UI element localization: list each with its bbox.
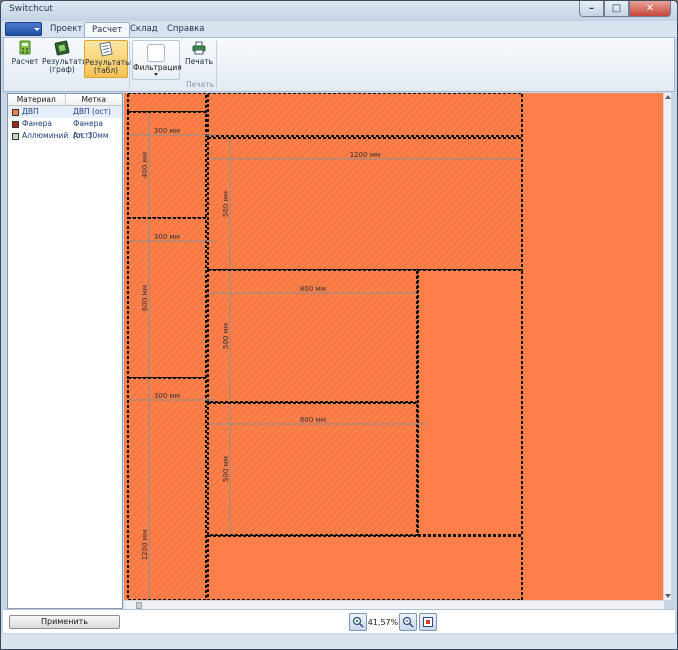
calculate-button[interactable]: Расчет: [10, 40, 40, 78]
material-row[interactable]: Аллюминий Ал. 30мм: [8, 130, 122, 142]
dimension-label: 800 мм: [300, 416, 326, 424]
material-mark: Фанера (ост): [73, 119, 103, 140]
material-swatch: [12, 132, 19, 140]
zoom-out-icon: [402, 616, 414, 628]
filter-dropdown[interactable]: Фильтрация: [132, 40, 182, 80]
dimension-label: 500 мм: [222, 323, 230, 349]
column-header-material[interactable]: Материал: [8, 94, 66, 105]
dimension-label: 800 мм: [300, 285, 326, 293]
calculate-icon: [19, 40, 31, 55]
fit-to-window-icon: [423, 617, 433, 627]
scrollbar-thumb[interactable]: [136, 602, 142, 609]
close-button[interactable]: ✕: [629, 1, 671, 17]
dimension-label: 500 мм: [222, 456, 230, 482]
bottom-toolbar: Применить 41,57%: [3, 609, 675, 633]
material-row[interactable]: ДВП ДВП (ост): [8, 106, 122, 118]
material-mark: Ал. 30мм: [73, 131, 109, 140]
results-graph-label: Результаты (граф): [42, 57, 89, 74]
dimension-label: 300 мм: [154, 127, 180, 135]
dimension-label: 400 мм: [141, 152, 149, 178]
zoom-out-button[interactable]: [399, 613, 417, 631]
column-header-label[interactable]: Метка: [66, 94, 123, 105]
apply-button[interactable]: Применить: [9, 615, 120, 629]
scroll-up-icon[interactable]: [665, 95, 671, 99]
cut-part[interactable]: [127, 217, 207, 379]
window-title: Switchcut: [9, 4, 53, 14]
app-window: Switchcut – □ ✕ Проект Расчет Склад Спра…: [0, 0, 678, 650]
cutting-layout-svg: 300 мм 1200 мм 400 мм 500 мм 300 мм 600 …: [124, 93, 664, 600]
material-name: Аллюминий: [22, 131, 69, 140]
vertical-scrollbar[interactable]: [663, 93, 671, 600]
results-table-icon: [99, 41, 113, 57]
window-controls: – □ ✕: [579, 1, 671, 17]
tab-warehouse[interactable]: Склад: [123, 22, 165, 37]
zoom-controls: 41,57%: [349, 612, 437, 632]
materials-panel: Материал Метка ДВП ДВП (ост) Фанера Фане…: [7, 93, 123, 609]
dimension-label: 600 мм: [141, 285, 149, 311]
filter-icon: [147, 44, 165, 62]
dimension-label: 1200 мм: [141, 530, 149, 561]
results-table-button[interactable]: Результаты (табл): [84, 40, 132, 78]
results-graph-button[interactable]: Результаты (граф): [42, 40, 88, 78]
cut-part[interactable]: [127, 93, 207, 113]
tab-help[interactable]: Справка: [160, 22, 211, 37]
results-graph-icon: [54, 40, 70, 56]
offcut-area[interactable]: [417, 269, 523, 536]
minimize-button[interactable]: –: [579, 1, 604, 17]
cutting-layout-canvas[interactable]: 300 мм 1200 мм 400 мм 500 мм 300 мм 600 …: [124, 93, 669, 600]
cut-part[interactable]: [127, 377, 207, 600]
material-swatch: [12, 108, 19, 116]
material-mark: ДВП (ост): [73, 107, 111, 116]
material-swatch: [12, 120, 19, 128]
status-bar: [1, 634, 677, 649]
print-group-label: Печать: [186, 80, 215, 89]
ribbon-tab-row: Проект Расчет Склад Справка: [1, 21, 677, 37]
material-name: Фанера: [22, 119, 52, 128]
calculate-label: Расчет: [11, 57, 39, 66]
zoom-level: 41,57%: [367, 617, 399, 627]
results-table-label: Результаты (табл): [85, 58, 132, 75]
application-menu-button[interactable]: [5, 22, 42, 36]
print-label: Печать: [184, 57, 214, 66]
zoom-in-icon: [352, 616, 364, 628]
right-column-parts: [207, 93, 523, 600]
material-row[interactable]: Фанера Фанера (ост): [8, 118, 122, 140]
scroll-down-icon[interactable]: [665, 594, 671, 598]
filter-label: Фильтрация: [133, 63, 182, 72]
offcut-area[interactable]: [207, 535, 523, 600]
tab-project[interactable]: Проект: [43, 22, 89, 37]
maximize-button[interactable]: □: [604, 1, 629, 17]
dimension-label: 500 мм: [222, 191, 230, 217]
left-column-parts: [127, 93, 207, 600]
dimension-label: 300 мм: [154, 392, 180, 400]
chevron-down-icon: [154, 73, 158, 76]
materials-table-header: Материал Метка: [8, 94, 122, 106]
cut-part[interactable]: [207, 93, 523, 137]
ribbon-panel: Расчет Результаты (граф) Результаты (таб…: [3, 37, 675, 92]
print-button[interactable]: Печать: [184, 40, 214, 78]
fit-to-window-button[interactable]: [419, 613, 437, 631]
dimension-label: 1200 мм: [350, 151, 381, 159]
title-bar: Switchcut – □ ✕: [1, 1, 677, 21]
material-name: ДВП: [22, 107, 39, 116]
zoom-in-button[interactable]: [349, 613, 367, 631]
ribbon-separator: [129, 41, 130, 89]
ribbon-separator: [216, 41, 217, 89]
dimension-label: 300 мм: [154, 233, 180, 241]
horizontal-scrollbar[interactable]: [124, 600, 664, 609]
printer-icon: [192, 41, 206, 55]
